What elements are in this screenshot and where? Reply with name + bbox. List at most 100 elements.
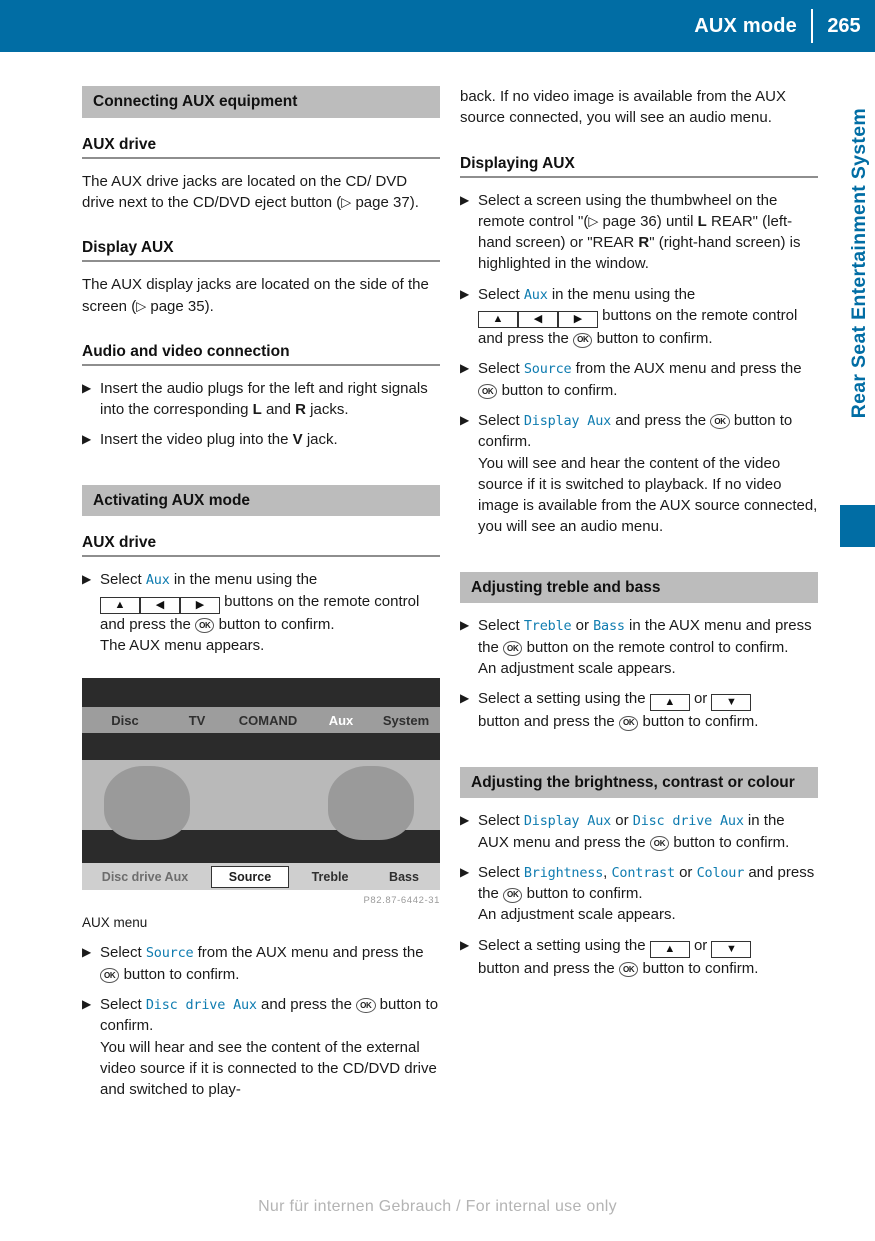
ok-button-icon[interactable]: OK	[503, 641, 523, 657]
page-number: 265	[827, 14, 861, 37]
left-column: Connecting AUX equipment AUX drive The A…	[82, 86, 440, 1100]
ok-button-icon[interactable]: OK	[710, 414, 730, 430]
paragraph-text: The AUX display jacks are located on the…	[82, 276, 429, 315]
arrow-right-icon[interactable]: ▶	[180, 596, 220, 614]
step-text: jack.	[302, 431, 338, 449]
step-text: and press the	[611, 411, 711, 429]
step-text: or	[611, 812, 633, 830]
step-text: button and press the	[478, 713, 619, 731]
arrow-up-icon[interactable]: ▲	[649, 694, 690, 712]
menu-item-brightness: Brightness	[523, 864, 604, 881]
step-text: button to confirm.	[522, 885, 643, 903]
step-insert-video-plug: ▶ Insert the video plug into the V jack.	[82, 429, 440, 450]
arrow-up-icon[interactable]: ▲	[649, 940, 690, 958]
step-text: button to confirm.	[638, 713, 759, 731]
screen-top-menu: Disc TV COMAND Aux System	[82, 707, 440, 734]
screen-menu-system: System	[382, 712, 430, 728]
paragraph-display-aux-location: The AUX display jacks are located on the…	[82, 274, 440, 317]
step-text: Select	[478, 360, 524, 378]
screen-menu-bass: Bass	[389, 869, 419, 884]
step-text: button to confirm.	[592, 330, 713, 348]
page-reference: page 36	[602, 212, 657, 230]
page-footer: Nur für internen Gebrauch / For internal…	[258, 1198, 617, 1215]
menu-item-aux: Aux	[145, 572, 170, 589]
step-select-source: ▶ Select Source from the AUX menu and pr…	[82, 942, 440, 985]
step-text: Select	[478, 863, 524, 881]
step-result-text: You will hear and see the content of the…	[100, 1038, 437, 1099]
menu-item-treble: Treble	[523, 618, 572, 635]
menu-item-display-aux: Display Aux	[523, 412, 612, 429]
ok-button-icon[interactable]: OK	[100, 968, 120, 984]
menu-item-bass: Bass	[593, 618, 625, 635]
menu-item-disc-drive-aux: Disc drive Aux	[145, 996, 257, 1013]
step-text: and	[261, 401, 296, 419]
step-text: Select a setting using the	[478, 690, 650, 708]
screen-label-l: L	[697, 212, 707, 230]
step-text: or	[674, 863, 697, 881]
step-text: Select	[100, 571, 146, 589]
step-marker-icon: ▶	[460, 813, 470, 828]
arrow-down-icon[interactable]: ▼	[711, 940, 752, 958]
step-text: Select	[100, 944, 146, 962]
ok-button-icon[interactable]: OK	[649, 836, 670, 852]
right-column: back. If no video image is available fro…	[460, 86, 818, 979]
screen-bottom-menu: Disc drive Aux Source Treble Bass	[82, 863, 440, 891]
ok-button-icon[interactable]: OK	[195, 618, 215, 634]
arrow-up-icon[interactable]: ▲	[478, 311, 518, 329]
step-marker-icon: ▶	[82, 380, 92, 395]
step-marker-icon: ▶	[460, 864, 470, 879]
step-text: Select	[478, 617, 524, 635]
screen-mockup: Disc TV COMAND Aux System Disc drive Aux…	[82, 678, 440, 891]
paragraph-continued: back. If no video image is available fro…	[460, 88, 787, 127]
menu-item-colour: Colour	[696, 864, 745, 881]
menu-item-disc-drive-aux: Disc drive Aux	[632, 813, 744, 830]
step-marker-icon: ▶	[82, 945, 92, 960]
section-heading-adjusting-treble-bass: Adjusting treble and bass	[460, 571, 818, 604]
screen-menu-disc-drive-aux: Disc drive Aux	[101, 869, 189, 884]
step-text: Insert the video plug into the	[100, 431, 293, 449]
menu-item-aux: Aux	[523, 286, 548, 303]
subheading-displaying-aux: Displaying AUX	[460, 155, 818, 178]
figure-code: P82.87-6442-31	[363, 895, 440, 907]
jack-label-l: L	[252, 401, 262, 419]
screen-video-area	[82, 760, 440, 841]
figure-caption: AUX menu	[82, 915, 148, 931]
ok-button-icon[interactable]: OK	[478, 384, 498, 400]
page-reference: page 35	[150, 297, 205, 315]
arrow-up-icon[interactable]: ▲	[100, 596, 140, 614]
step-result-text: The AUX menu appears.	[100, 637, 265, 655]
video-shape-left	[104, 766, 190, 841]
figure-aux-menu: Disc TV COMAND Aux System Disc drive Aux…	[82, 678, 440, 930]
subheading-audio-video-connection: Audio and video connection	[82, 343, 440, 366]
step-text: from the AUX menu and press the	[571, 360, 802, 378]
paragraph-text-end: ).	[409, 193, 419, 211]
step-text: Select	[478, 411, 524, 429]
ok-button-icon[interactable]: OK	[356, 998, 376, 1014]
arrow-left-icon[interactable]: ◀	[518, 311, 558, 329]
step-result-text: An adjustment scale appears.	[478, 660, 676, 678]
step-insert-audio-plugs: ▶ Insert the audio plugs for the left an…	[82, 378, 440, 421]
ok-button-icon[interactable]: OK	[618, 715, 639, 731]
page-ref-marker-icon: ▷	[588, 213, 599, 229]
section-heading-adjusting-brightness-contrast-colour: Adjusting the brightness, contrast or co…	[460, 766, 818, 799]
ok-button-icon[interactable]: OK	[503, 887, 523, 903]
step-select-source-display: ▶ Select Source from the AUX menu and pr…	[460, 358, 818, 401]
ok-button-icon[interactable]: OK	[618, 962, 639, 978]
step-result-text: You will see and hear the content of the…	[478, 454, 818, 536]
header-content: AUX mode 265	[694, 0, 875, 52]
step-text: button to confirm.	[497, 381, 618, 399]
menu-item-source: Source	[145, 945, 194, 962]
paragraph-text-end: ).	[204, 297, 214, 315]
section-heading-connecting-aux-equipment: Connecting AUX equipment	[82, 86, 440, 118]
step-text: button to confirm.	[119, 965, 240, 983]
chapter-sidebar: Rear Seat Entertainment System	[835, 52, 875, 1241]
step-text: or	[689, 690, 712, 708]
arrow-down-icon[interactable]: ▼	[711, 694, 752, 712]
step-text: button to confirm.	[638, 959, 759, 977]
step-text: in the menu using the	[169, 571, 318, 589]
step-marker-icon: ▶	[82, 996, 92, 1011]
step-text: button and press the	[478, 959, 619, 977]
arrow-left-icon[interactable]: ◀	[140, 596, 180, 614]
arrow-right-icon[interactable]: ▶	[558, 311, 598, 329]
ok-button-icon[interactable]: OK	[573, 332, 593, 348]
